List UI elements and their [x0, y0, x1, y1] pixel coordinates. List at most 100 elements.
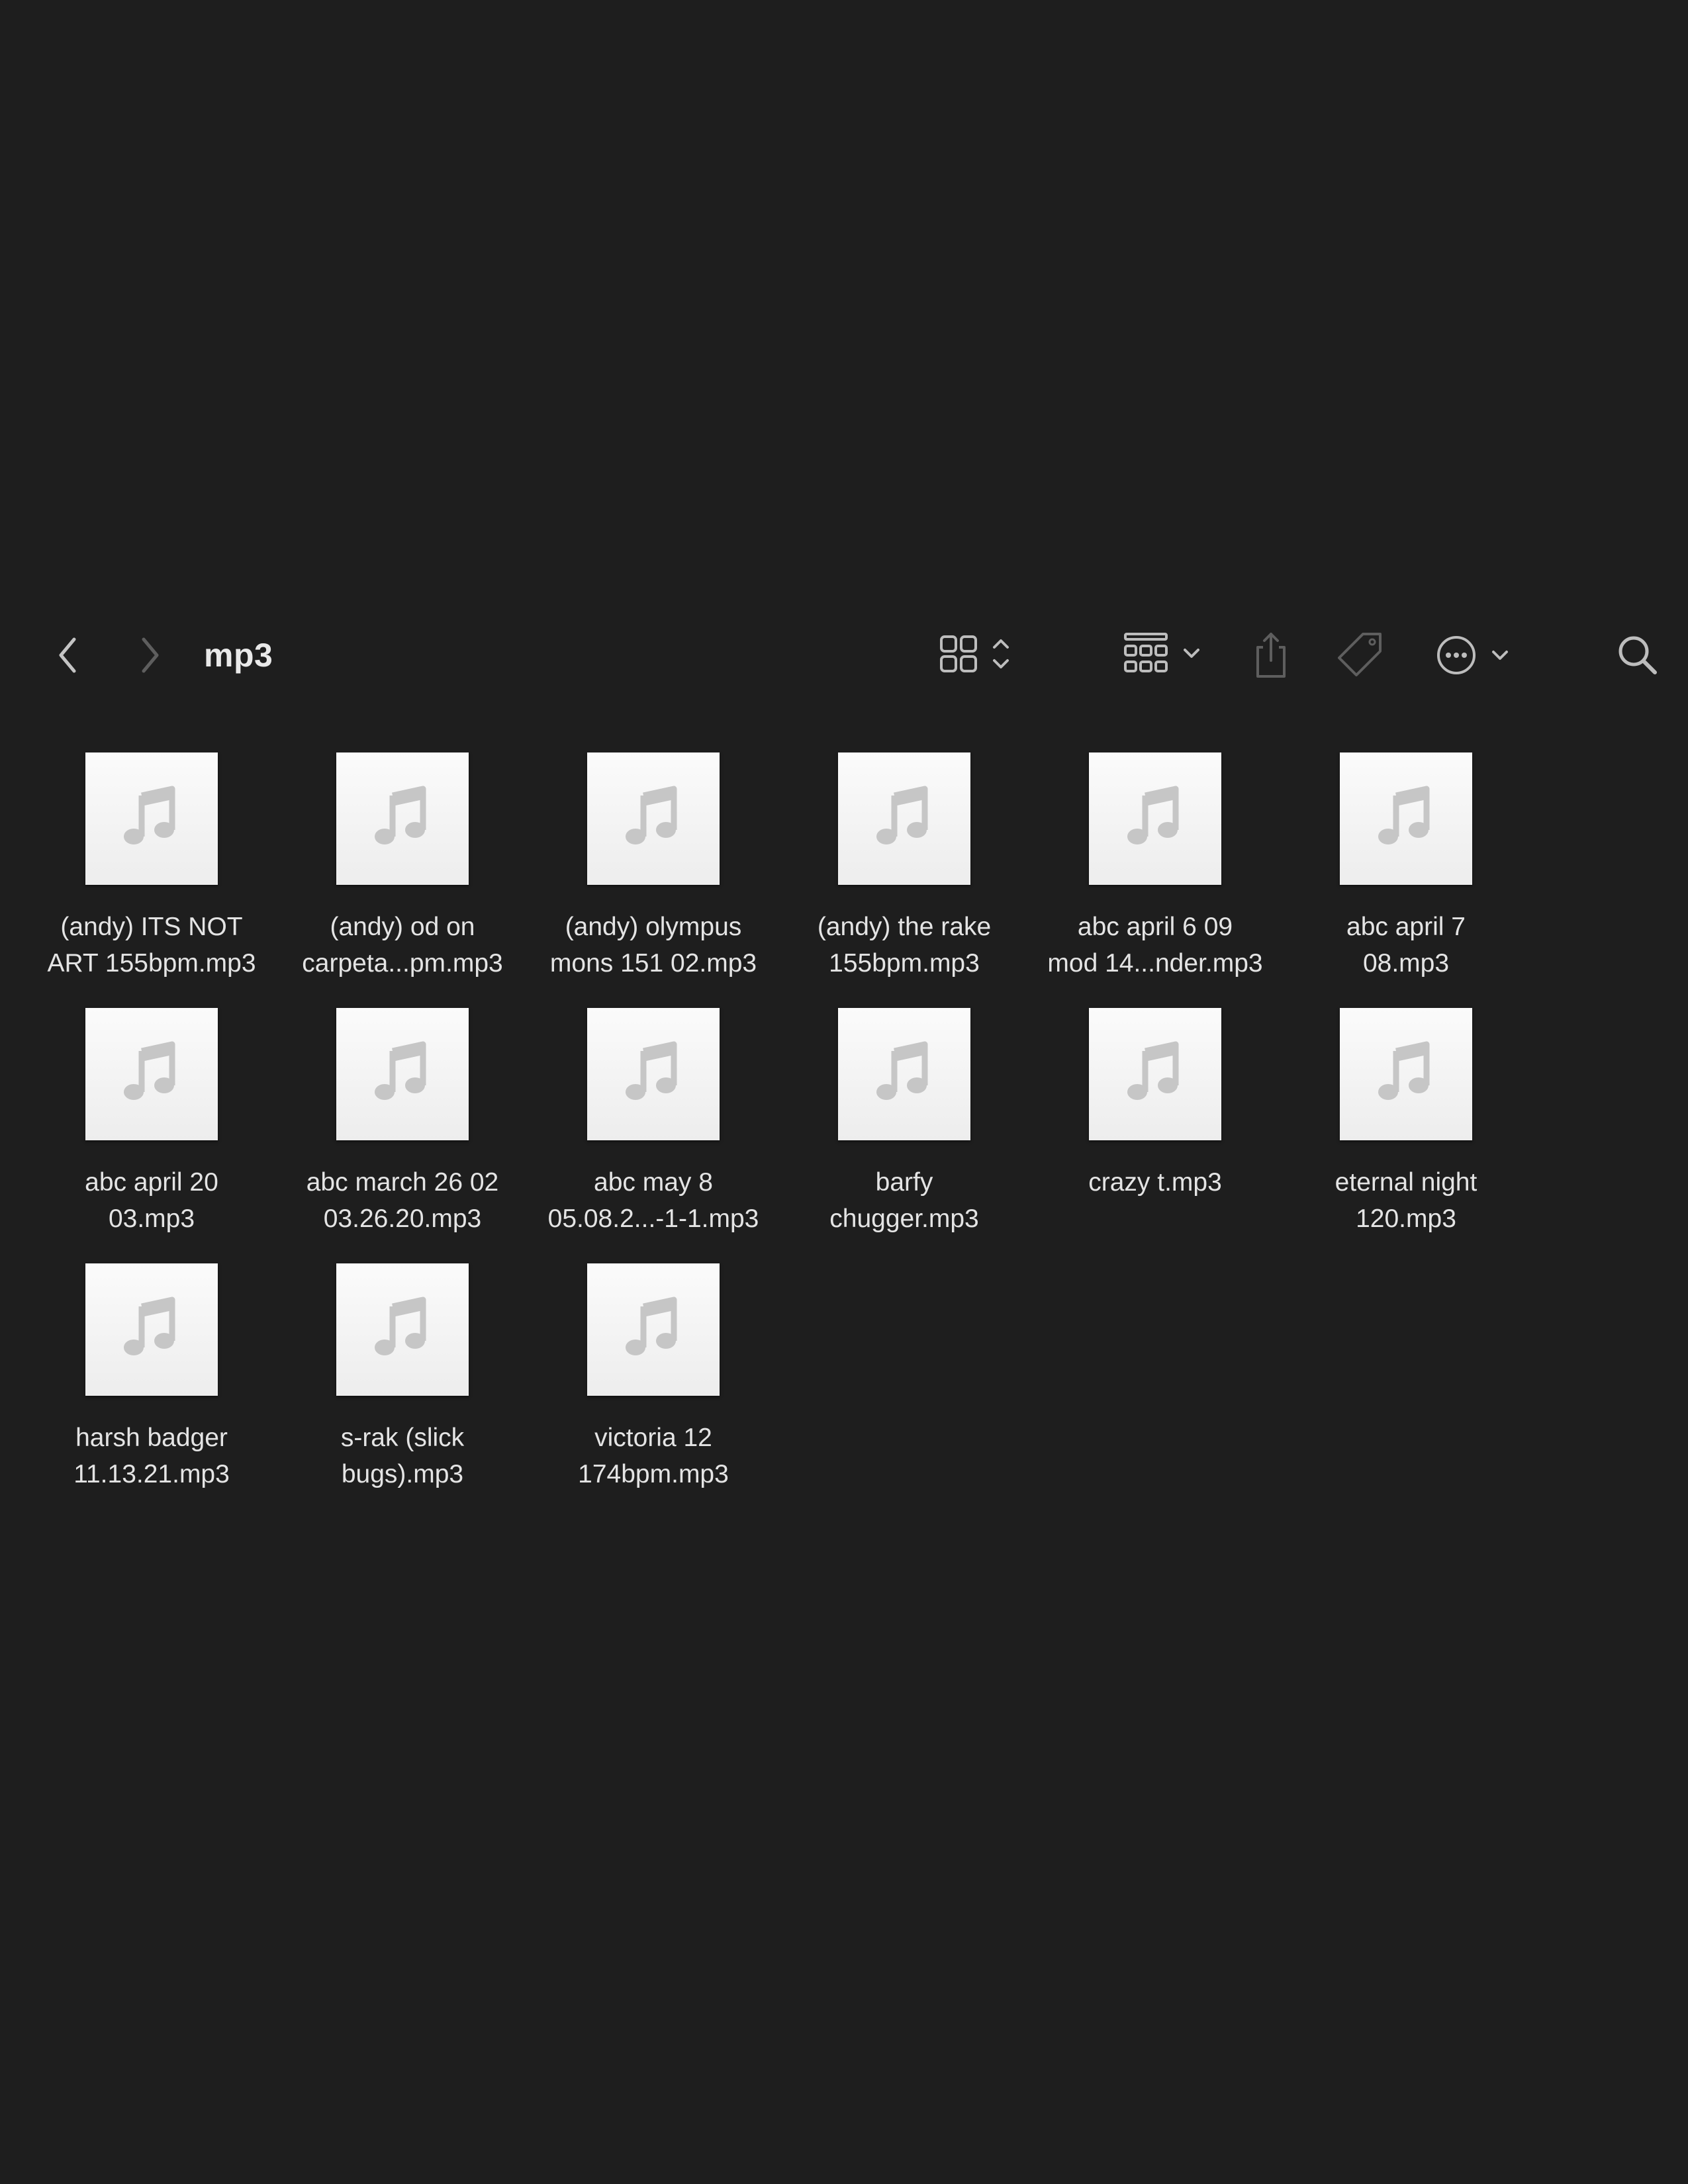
audio-file-thumbnail [587, 1263, 720, 1396]
music-note-icon [617, 1292, 690, 1368]
file-name-line-2: 120.mp3 [1356, 1205, 1456, 1233]
audio-file-thumbnail [336, 1263, 469, 1396]
file-name: (andy) od on carpeta...pm.mp3 [280, 909, 525, 981]
music-note-icon [1370, 1036, 1442, 1113]
audio-file-thumbnail [1340, 752, 1472, 885]
music-note-icon [115, 1292, 188, 1368]
file-name-line-1: (andy) ITS NOT [60, 913, 243, 941]
file-name: (andy) ITS NOT ART 155bpm.mp3 [29, 909, 274, 981]
file-item[interactable]: crazy t.mp3 [1033, 1008, 1278, 1253]
file-name-line-2: 03.26.20.mp3 [323, 1205, 482, 1233]
file-name-line-2: bugs).mp3 [341, 1460, 464, 1488]
file-name: abc may 8 05.08.2...-1-1.mp3 [531, 1164, 776, 1237]
search-button[interactable] [1611, 629, 1664, 682]
file-name-line-2: 11.13.21.mp3 [73, 1460, 230, 1488]
file-name: abc april 6 09 mod 14...nder.mp3 [1033, 909, 1278, 981]
file-name-line-2: mod 14...nder.mp3 [1047, 949, 1263, 978]
search-icon [1618, 636, 1657, 674]
file-name: eternal night 120.mp3 [1284, 1164, 1528, 1237]
file-name-line-2: 08.mp3 [1362, 949, 1450, 978]
chevron-right-icon [142, 637, 159, 673]
file-name-line-2: 155bpm.mp3 [829, 949, 980, 978]
file-name: harsh badger 11.13.21.mp3 [29, 1420, 274, 1492]
ellipsis-circle-icon [1437, 636, 1508, 674]
file-item[interactable]: (andy) olympus mons 151 02.mp3 [531, 752, 776, 997]
file-name-line-1: eternal night [1335, 1168, 1477, 1197]
file-name: crazy t.mp3 [1033, 1164, 1278, 1201]
audio-file-thumbnail [1089, 1008, 1221, 1140]
tag-button[interactable] [1334, 629, 1387, 682]
file-name-line-1: abc april 7 [1346, 913, 1466, 941]
file-name-line-1: abc april 20 [85, 1168, 218, 1197]
audio-file-thumbnail [85, 1263, 218, 1396]
file-item[interactable]: eternal night 120.mp3 [1284, 1008, 1528, 1253]
audio-file-thumbnail [838, 1008, 970, 1140]
audio-file-thumbnail [587, 752, 720, 885]
file-item[interactable]: (andy) od on carpeta...pm.mp3 [280, 752, 525, 997]
music-note-icon [868, 781, 941, 857]
file-name-line-1: abc april 6 09 [1077, 913, 1233, 941]
file-name-line-1: (andy) olympus [565, 913, 742, 941]
music-note-icon [115, 781, 188, 857]
forward-button[interactable] [129, 629, 171, 682]
music-note-icon [366, 781, 439, 857]
music-note-icon [366, 1292, 439, 1368]
music-note-icon [115, 1036, 188, 1113]
music-note-icon [366, 1036, 439, 1113]
audio-file-thumbnail [85, 1008, 218, 1140]
file-name-line-2: mons 151 02.mp3 [549, 949, 757, 978]
file-name-line-1: barfy [875, 1168, 933, 1197]
audio-file-thumbnail [336, 1008, 469, 1140]
audio-file-thumbnail [85, 752, 218, 885]
file-name: abc march 26 02 03.26.20.mp3 [280, 1164, 525, 1237]
file-item[interactable]: abc april 7 08.mp3 [1284, 752, 1528, 997]
file-item[interactable]: abc april 20 03.mp3 [29, 1008, 274, 1253]
file-item[interactable]: (andy) ITS NOT ART 155bpm.mp3 [29, 752, 274, 997]
music-note-icon [1119, 1036, 1192, 1113]
music-note-icon [617, 781, 690, 857]
file-name-line-2: carpeta...pm.mp3 [302, 949, 503, 978]
music-note-icon [1370, 781, 1442, 857]
file-item[interactable]: harsh badger 11.13.21.mp3 [29, 1263, 274, 1508]
audio-file-thumbnail [1340, 1008, 1472, 1140]
view-mode-button[interactable] [932, 629, 1025, 682]
file-item[interactable]: victoria 12 174bpm.mp3 [531, 1263, 776, 1508]
back-button[interactable] [46, 629, 89, 682]
share-icon [1256, 633, 1286, 678]
file-item[interactable]: (andy) the rake 155bpm.mp3 [782, 752, 1027, 997]
audio-file-thumbnail [336, 752, 469, 885]
file-name-line-1: crazy t.mp3 [1088, 1168, 1222, 1197]
file-name: victoria 12 174bpm.mp3 [531, 1420, 776, 1492]
music-note-icon [617, 1036, 690, 1113]
file-item[interactable]: s-rak (slick bugs).mp3 [280, 1263, 525, 1508]
music-note-icon [868, 1036, 941, 1113]
file-name-line-1: abc march 26 02 [306, 1168, 499, 1197]
file-item[interactable]: abc march 26 02 03.26.20.mp3 [280, 1008, 525, 1253]
more-actions-button[interactable] [1431, 629, 1524, 682]
icon-grid-view-icon [940, 635, 1009, 672]
file-name: abc april 20 03.mp3 [29, 1164, 274, 1237]
share-button[interactable] [1244, 629, 1297, 682]
group-grid-icon [1124, 633, 1199, 672]
file-name-line-2: 05.08.2...-1-1.mp3 [547, 1205, 759, 1233]
audio-file-thumbnail [587, 1008, 720, 1140]
file-item[interactable]: abc april 6 09 mod 14...nder.mp3 [1033, 752, 1278, 997]
audio-file-thumbnail [1089, 752, 1221, 885]
file-name-line-2: chugger.mp3 [829, 1205, 979, 1233]
file-item[interactable]: abc may 8 05.08.2...-1-1.mp3 [531, 1008, 776, 1253]
file-name: barfy chugger.mp3 [782, 1164, 1027, 1237]
file-name: (andy) olympus mons 151 02.mp3 [531, 909, 776, 981]
file-name: abc april 7 08.mp3 [1284, 909, 1528, 981]
file-name-line-2: 174bpm.mp3 [578, 1460, 729, 1488]
file-name-line-1: s-rak (slick [340, 1424, 465, 1452]
file-name: (andy) the rake 155bpm.mp3 [782, 909, 1027, 981]
group-button[interactable] [1119, 629, 1211, 682]
file-item[interactable]: barfy chugger.mp3 [782, 1008, 1027, 1253]
file-name-line-1: (andy) od on [330, 913, 475, 941]
window-title: mp3 [204, 637, 273, 674]
file-name-line-2: ART 155bpm.mp3 [47, 949, 256, 978]
file-name-line-2: 03.mp3 [108, 1205, 195, 1233]
file-name-line-1: abc may 8 [594, 1168, 713, 1197]
file-name-line-1: (andy) the rake [817, 913, 992, 941]
chevron-left-icon [59, 637, 76, 673]
